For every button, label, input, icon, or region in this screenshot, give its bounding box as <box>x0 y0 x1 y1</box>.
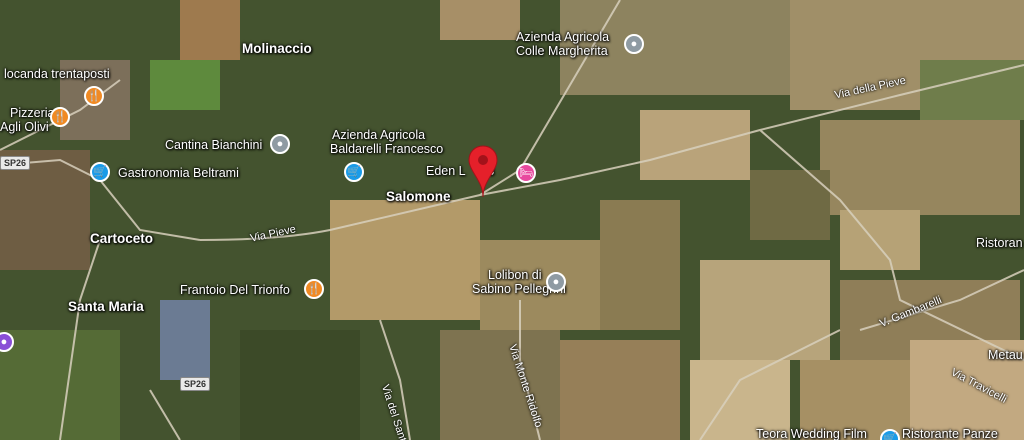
poi-label-ristorante-right[interactable]: Ristoran <box>976 236 1023 250</box>
poi-label-azienda-baldarelli-line1[interactable]: Azienda Agricola <box>332 128 425 142</box>
place-label-santa-maria: Santa Maria <box>68 299 144 314</box>
place-label-molinaccio: Molinaccio <box>242 41 312 56</box>
place-label-cartoceto: Cartoceto <box>90 231 154 246</box>
poi-label-ristorante-panze[interactable]: Ristorante Panze <box>902 427 998 440</box>
poi-label-eden-prefix: Eden L <box>426 164 466 178</box>
fork-knife-icon[interactable]: 🍴 <box>50 107 70 127</box>
fork-knife-icon[interactable]: 🍴 <box>84 86 104 106</box>
place-label-salomone: Salomone <box>386 189 451 204</box>
poi-label-azienda-baldarelli-line2[interactable]: Baldarelli Francesco <box>330 142 443 156</box>
road-shield-sp26-top: SP26 <box>0 156 31 170</box>
poi-label-cantina-bianchini[interactable]: Cantina Bianchini <box>165 138 262 152</box>
place-label-metau: Metau <box>988 348 1023 362</box>
poi-label-gastronomia-beltrami[interactable]: Gastronomia Beltrami <box>118 166 239 180</box>
shopping-cart-icon[interactable]: 🛒 <box>90 162 110 182</box>
poi-label-azienda-colle-line1[interactable]: Azienda Agricola <box>516 30 609 44</box>
poi-label-azienda-colle-line2[interactable]: Colle Margherita <box>516 44 608 58</box>
poi-label-teora-wedding-film[interactable]: Teora Wedding Film <box>756 427 867 440</box>
poi-label-lolibon-line1[interactable]: Lolibon di <box>488 268 542 282</box>
poi-label-pizzeria-line1[interactable]: Pizzeria <box>10 106 54 120</box>
map-pin-icon[interactable] <box>468 145 498 199</box>
poi-label-frantoio-del-trionfo[interactable]: Frantoio Del Trionfo <box>180 283 290 297</box>
location-dot-icon[interactable]: ● <box>624 34 644 54</box>
satellite-imagery <box>0 0 1024 440</box>
fork-knife-icon[interactable]: 🍴 <box>304 279 324 299</box>
shopping-cart-icon[interactable]: 🛒 <box>344 162 364 182</box>
road-shield-sp26-bottom: SP26 <box>180 377 211 391</box>
bed-icon[interactable]: 🛏 <box>516 163 536 183</box>
poi-label-locanda-trentaposti[interactable]: locanda trentaposti <box>4 67 110 81</box>
location-dot-icon[interactable]: ● <box>546 272 566 292</box>
satellite-map[interactable]: Molinaccio locanda trentaposti Pizzeria … <box>0 0 1024 440</box>
location-dot-icon[interactable]: ● <box>270 134 290 154</box>
poi-label-pizzeria-line2[interactable]: Agli Olivi <box>0 120 49 134</box>
